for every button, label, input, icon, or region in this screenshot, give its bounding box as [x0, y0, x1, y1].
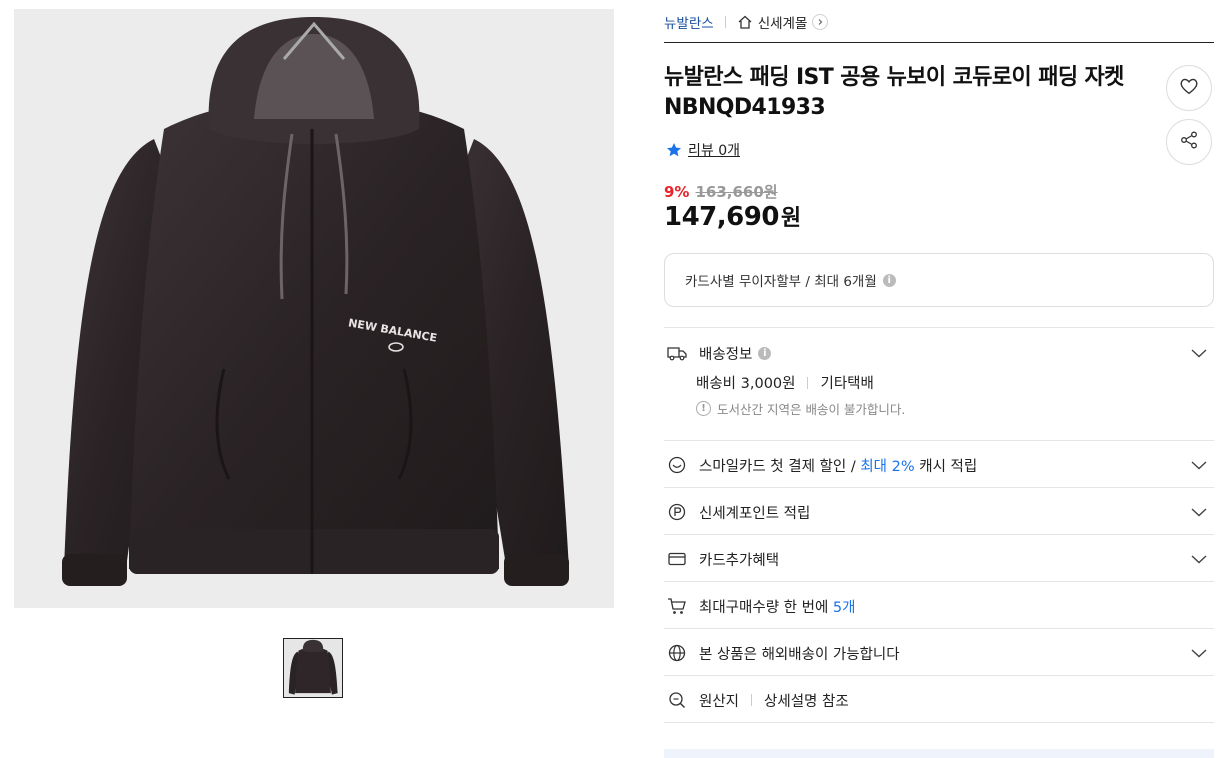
section-divider — [664, 327, 1214, 328]
info-icon[interactable]: i — [758, 346, 772, 360]
share-icon — [1179, 130, 1199, 154]
sale-price-number: 147,690 — [664, 202, 779, 232]
option-select-area[interactable] — [664, 749, 1214, 758]
share-button[interactable] — [1166, 119, 1212, 165]
wishlist-button[interactable] — [1166, 65, 1212, 111]
shipping-carrier: 기타택배 — [820, 376, 874, 392]
heart-icon — [1178, 75, 1200, 101]
installment-box[interactable]: 카드사별 무이자할부 / 최대 6개월 i — [664, 253, 1214, 307]
header-divider — [664, 42, 1214, 43]
cart-icon — [667, 596, 687, 616]
home-icon — [737, 14, 753, 30]
overseas-label: 본 상품은 해외배송이 가능합니다 — [699, 646, 900, 663]
max-quantity-row: 최대구매수량 한 번에 5개 — [664, 594, 1214, 618]
breadcrumb-store-label: 신세계몰 — [757, 16, 808, 32]
smilecard-prefix: 스마일카드 첫 결제 할인 / — [699, 458, 861, 475]
installment-text: 카드사별 무이자할부 / 최대 6개월 — [685, 274, 877, 290]
discount-line: 9% 163,660원 — [664, 181, 778, 202]
card-extra-row[interactable]: 카드추가혜택 — [664, 547, 1214, 571]
chevron-down-icon[interactable] — [1190, 503, 1208, 521]
sale-price-unit: 원 — [780, 206, 801, 231]
smilecard-benefit-row[interactable]: 스마일카드 첫 결제 할인 / 최대 2% 캐시 적립 — [664, 453, 1214, 477]
smile-icon — [667, 455, 687, 475]
review-summary: 리뷰 0개 — [666, 140, 740, 160]
points-p-icon — [667, 502, 687, 522]
max-quantity-prefix: 최대구매수량 한 번에 — [699, 599, 833, 616]
shipping-info-row[interactable]: 배송정보 i — [664, 341, 1214, 365]
shipping-details: 배송비 3,000원 기타택배 — [696, 372, 874, 393]
origin-value: 상세설명 참조 — [764, 693, 849, 710]
chevron-down-icon[interactable] — [1190, 550, 1208, 568]
product-info-panel: 뉴발란스 신세계몰 뉴발란스 패딩 IST 공용 뉴보이 코듀로이 패딩 자켓 … — [664, 0, 1214, 758]
product-title: 뉴발란스 패딩 IST 공용 뉴보이 코듀로이 패딩 자켓 NBNQD41933 — [664, 65, 1124, 120]
product-thumbnail[interactable] — [283, 638, 343, 698]
chevron-down-icon[interactable] — [1190, 456, 1208, 474]
origin-row: 원산지 상세설명 참조 — [664, 688, 1214, 712]
separator — [807, 376, 809, 389]
section-divider — [664, 487, 1214, 488]
points-label: 신세계포인트 적립 — [699, 505, 811, 522]
shipping-notice-text: 도서산간 지역은 배송이 불가합니다. — [717, 402, 906, 417]
points-row[interactable]: 신세계포인트 적립 — [664, 500, 1214, 524]
globe-icon — [667, 643, 687, 663]
thumbnail-image — [284, 639, 342, 697]
discount-rate: 9% — [664, 182, 690, 201]
chevron-right-icon[interactable] — [812, 14, 829, 30]
section-divider — [664, 722, 1214, 723]
section-divider — [664, 534, 1214, 535]
separator — [751, 694, 753, 706]
warning-icon: ! — [696, 401, 711, 416]
shipping-title: 배송정보 — [699, 346, 753, 363]
credit-card-icon — [667, 549, 687, 569]
section-divider — [664, 581, 1214, 582]
shipping-notice: ! 도서산간 지역은 배송이 불가합니다. — [696, 399, 905, 418]
info-icon[interactable]: i — [882, 273, 896, 287]
smilecard-suffix: 캐시 적립 — [914, 458, 978, 475]
sale-price: 147,690원 — [664, 200, 801, 232]
breadcrumb-store-link[interactable]: 신세계몰 — [737, 12, 829, 32]
section-divider — [664, 440, 1214, 441]
smilecard-highlight: 최대 2% — [860, 458, 915, 475]
section-divider — [664, 628, 1214, 629]
star-icon — [666, 142, 682, 158]
magnifier-icon — [667, 690, 687, 710]
truck-icon — [667, 343, 687, 363]
breadcrumb-separator — [724, 16, 726, 28]
review-count-link[interactable]: 리뷰 0개 — [688, 140, 740, 160]
max-quantity-value: 5개 — [832, 599, 856, 616]
chevron-down-icon[interactable] — [1190, 644, 1208, 662]
shipping-fee: 배송비 3,000원 — [696, 376, 796, 392]
breadcrumb-brand-link[interactable]: 뉴발란스 — [664, 12, 714, 32]
jacket-illustration: NEW BALANCE — [14, 9, 614, 608]
breadcrumb: 뉴발란스 신세계몰 — [664, 10, 829, 34]
origin-label: 원산지 — [699, 693, 740, 710]
original-price: 163,660원 — [695, 183, 778, 201]
card-extra-label: 카드추가혜택 — [699, 552, 780, 569]
overseas-shipping-row[interactable]: 본 상품은 해외배송이 가능합니다 — [664, 641, 1214, 665]
chevron-down-icon[interactable] — [1190, 344, 1208, 362]
section-divider — [664, 675, 1214, 676]
product-main-image[interactable]: NEW BALANCE — [14, 9, 614, 608]
